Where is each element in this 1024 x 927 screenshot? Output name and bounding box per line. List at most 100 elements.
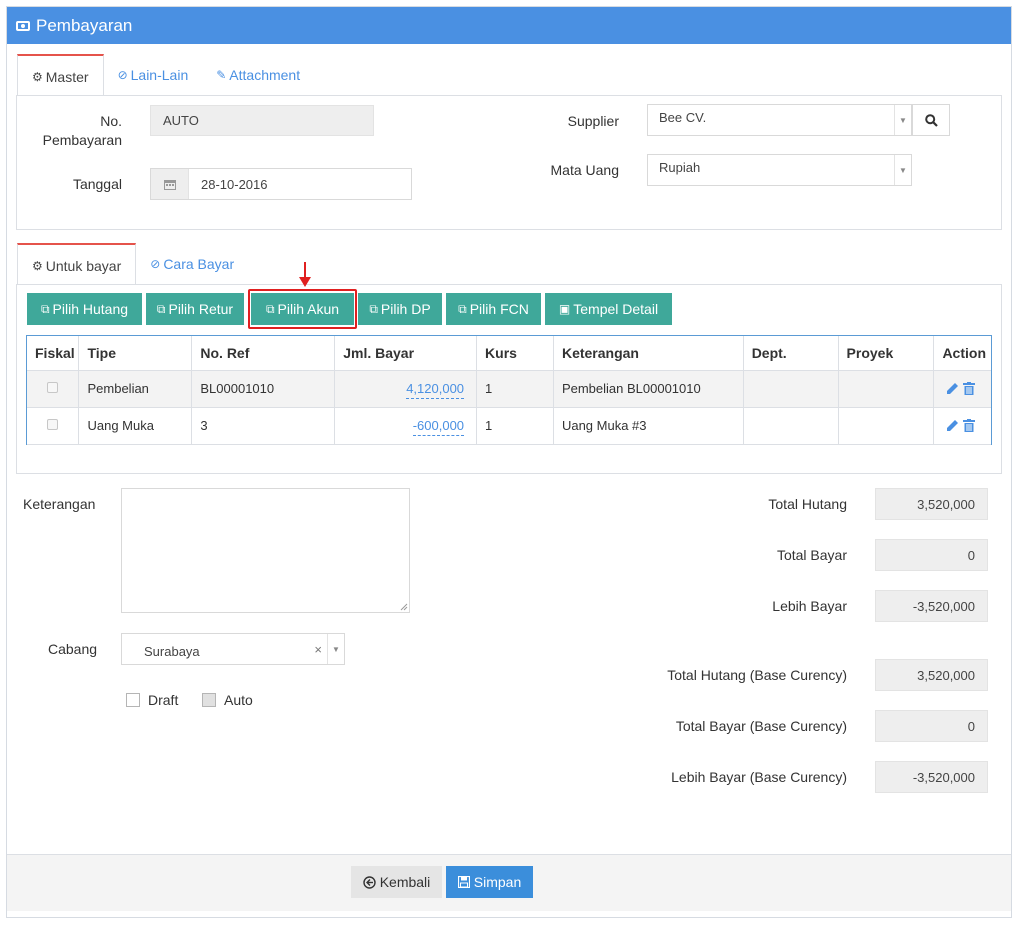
pilih-hutang-button[interactable]: ⧉ Pilih Hutang [27, 293, 142, 325]
col-keterangan[interactable]: Keterangan [553, 336, 744, 371]
copy-icon: ⧉ [156, 301, 166, 316]
cell-keterangan: Uang Muka #3 [553, 407, 744, 445]
total-hutang-base-label: Total Hutang (Base Curency) [667, 667, 847, 683]
chevron-down-icon[interactable]: ▼ [327, 634, 344, 664]
trash-icon[interactable] [963, 419, 976, 432]
edit-icon[interactable] [946, 382, 959, 395]
cabang-select[interactable]: Surabaya × ▼ [121, 633, 345, 665]
check-circle-icon: ⊘ [150, 257, 161, 271]
panel-header: Pembayaran [7, 7, 1011, 44]
gears-icon: ⚙ [32, 258, 43, 273]
auto-checkbox [202, 693, 216, 707]
table-row: Pembelian BL00001010 4,120,000 1 Pembeli… [27, 370, 991, 408]
tanggal-value: 28-10-2016 [201, 176, 268, 192]
clear-icon[interactable]: × [314, 642, 322, 657]
cell-dept [743, 370, 839, 408]
auto-checkbox-row: Auto [202, 692, 253, 708]
tab-attachment[interactable]: ✎ Attachment [202, 54, 314, 96]
page-title: Pembayaran [36, 15, 133, 35]
gears-icon: ⚙ [32, 69, 43, 84]
supplier-label: Supplier [567, 113, 619, 129]
tanggal-field[interactable]: 28-10-2016 [150, 168, 412, 200]
lebih-bayar-base-field: -3,520,000 [875, 761, 988, 793]
pilih-fcn-button[interactable]: ⧉ Pilih FCN [446, 293, 541, 325]
pilih-retur-button[interactable]: ⧉ Pilih Retur [146, 293, 244, 325]
no-pembayaran-field: AUTO [150, 105, 374, 136]
col-dept[interactable]: Dept. [743, 336, 839, 371]
copy-icon: ⧉ [369, 301, 378, 316]
total-bayar-base-label: Total Bayar (Base Curency) [675, 718, 847, 734]
draft-checkbox[interactable] [126, 693, 140, 707]
cell-jml-bayar[interactable]: 4,120,000 [406, 381, 465, 399]
cell-proyek [838, 370, 935, 408]
col-kurs[interactable]: Kurs [476, 336, 554, 371]
col-fiskal[interactable]: Fiskal [27, 336, 80, 371]
table-row: Uang Muka 3 -600,000 1 Uang Muka #3 [27, 407, 991, 445]
draft-checkbox-row[interactable]: Draft [126, 692, 178, 708]
pilih-dp-button[interactable]: ⧉ Pilih DP [358, 293, 442, 325]
cell-proyek [838, 407, 935, 445]
cell-no-ref: 3 [191, 407, 336, 445]
col-tipe[interactable]: Tipe [78, 336, 193, 371]
lebih-bayar-base-label: Lebih Bayar (Base Curency) [671, 769, 847, 785]
arrow-left-circle-icon [363, 875, 376, 889]
col-no-ref[interactable]: No. Ref [191, 336, 336, 371]
calendar-icon[interactable] [151, 169, 189, 199]
copy-icon: ⧉ [40, 301, 50, 316]
chevron-down-icon[interactable]: ▼ [894, 105, 911, 135]
copy-icon: ⧉ [265, 301, 275, 316]
col-jml-bayar[interactable]: Jml. Bayar [334, 336, 478, 371]
chevron-down-icon[interactable]: ▼ [894, 155, 911, 185]
tempel-detail-button[interactable]: ▣ Tempel Detail [545, 293, 672, 325]
master-tabs: ⚙ Master ⊘ Lain-Lain ✎ Attachment [17, 54, 314, 97]
total-bayar-base-field: 0 [875, 710, 988, 742]
no-pembayaran-label: No. Pembayaran [42, 113, 122, 148]
check-circle-icon: ⊘ [117, 68, 128, 82]
save-icon [457, 876, 470, 888]
col-action: Action [933, 336, 991, 371]
pilih-akun-button[interactable]: ⧉ Pilih Akun [251, 293, 354, 325]
tab-master[interactable]: ⚙ Master [17, 54, 104, 97]
cell-kurs: 1 [476, 370, 554, 408]
lebih-bayar-field: -3,520,000 [875, 590, 988, 622]
mata-uang-label: Mata Uang [550, 162, 619, 178]
cell-dept [743, 407, 839, 445]
tab-lain-lain[interactable]: ⊘ Lain-Lain [104, 54, 203, 96]
keterangan-textarea[interactable] [121, 488, 410, 613]
cell-tipe: Uang Muka [78, 407, 193, 445]
cabang-label: Cabang [48, 641, 98, 657]
total-hutang-base-field: 3,520,000 [875, 659, 988, 691]
tanggal-label: Tanggal [72, 176, 122, 192]
draft-label: Draft [148, 692, 179, 708]
kembali-button[interactable]: Kembali [351, 866, 442, 898]
simpan-button[interactable]: Simpan [446, 866, 533, 898]
cell-no-ref: BL00001010 [191, 370, 336, 408]
cell-tipe: Pembelian [78, 370, 193, 408]
lebih-bayar-label: Lebih Bayar [772, 598, 847, 614]
trash-icon[interactable] [963, 382, 976, 395]
paperclip-icon: ✎ [216, 68, 227, 82]
fiskal-checkbox[interactable] [46, 419, 58, 430]
supplier-value: Bee CV. [659, 109, 707, 125]
cabang-value: Surabaya [144, 643, 200, 659]
payment-detail-table: Fiskal Tipe No. Ref Jml. Bayar Kurs Kete… [26, 335, 992, 445]
cell-jml-bayar[interactable]: -600,000 [412, 418, 465, 436]
supplier-search-button[interactable] [912, 104, 950, 136]
col-proyek[interactable]: Proyek [838, 336, 935, 371]
tab-untuk-bayar[interactable]: ⚙ Untuk bayar [17, 243, 137, 286]
resize-grip-icon[interactable] [400, 603, 408, 611]
tab-cara-bayar[interactable]: ⊘ Cara Bayar [136, 243, 248, 285]
cell-kurs: 1 [476, 407, 554, 445]
fiskal-checkbox[interactable] [46, 382, 58, 393]
total-hutang-label: Total Hutang [768, 496, 847, 512]
table-header-row: Fiskal Tipe No. Ref Jml. Bayar Kurs Kete… [27, 336, 991, 371]
total-hutang-field: 3,520,000 [875, 488, 988, 520]
edit-icon[interactable] [946, 419, 959, 432]
keterangan-label: Keterangan [23, 496, 96, 512]
supplier-select[interactable]: Bee CV. ▼ [647, 104, 912, 136]
mata-uang-select[interactable]: Rupiah ▼ [647, 154, 912, 186]
copy-icon: ⧉ [458, 301, 467, 316]
red-arrow-icon [299, 262, 311, 287]
total-bayar-label: Total Bayar [776, 547, 847, 563]
cell-keterangan: Pembelian BL00001010 [553, 370, 744, 408]
